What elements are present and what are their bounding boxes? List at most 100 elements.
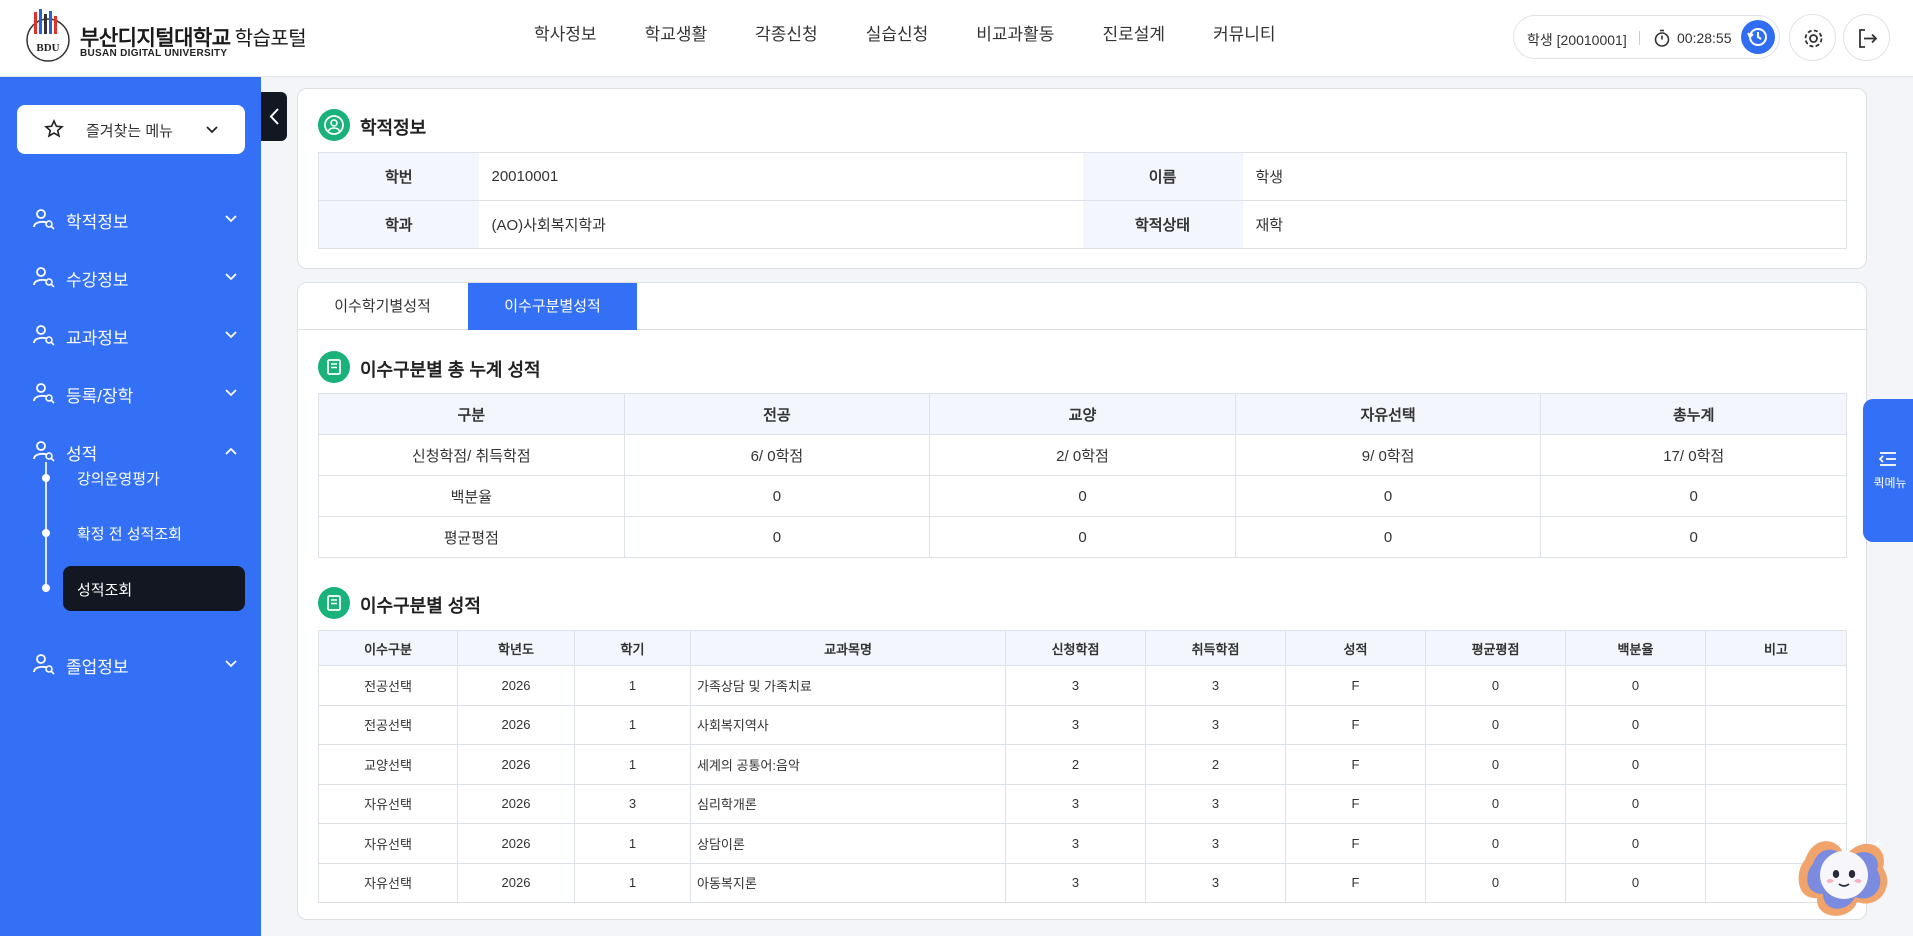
summary-table: 구분 전공 교양 자유선택 총누계 신청학점/ 취득학점 6/ 0학점 2/ 0… (318, 393, 1847, 558)
dept-value: (AO)사회복지학과 (491, 217, 606, 234)
chevron-down-icon (225, 660, 237, 668)
university-name-en: BUSAN DIGITAL UNIVERSITY (80, 48, 228, 59)
nav-extracurricular[interactable]: 비교과활동 (952, 0, 1078, 70)
table-cell: 2026 (457, 705, 575, 745)
table-cell: 백분율 (318, 475, 625, 517)
table-row: 신청학점/ 취득학점 6/ 0학점 2/ 0학점 9/ 0학점 17/ 0학점 (318, 434, 1847, 476)
sidebar-item-graduation[interactable]: 졸업정보 (0, 641, 261, 685)
table-cell: 2026 (457, 665, 575, 706)
table-cell: 1 (574, 665, 691, 706)
sidebar-item-label: 졸업정보 (66, 658, 129, 677)
sidebar-subitem-lecture-evaluation[interactable]: 강의운영평가 (63, 455, 245, 500)
nav-career[interactable]: 진로설계 (1078, 0, 1189, 70)
table-cell: 세계의 공통어:음악 (690, 744, 1006, 785)
nav-campus-life[interactable]: 학교생활 (621, 0, 732, 70)
chatbot-mascot-icon[interactable]: ✦ ✦ (1795, 830, 1893, 920)
table-cell: 0 (1235, 475, 1542, 517)
column-header: 비고 (1705, 630, 1847, 666)
nav-academic-info[interactable]: 학사정보 (510, 0, 621, 70)
tab-semester-grades[interactable]: 이수학기별성적 (298, 283, 467, 330)
table-cell: 6/ 0학점 (624, 434, 931, 476)
grades-table: 이수구분 학년도 학기 교과목명 신청학점 취득학점 성적 평균평점 백분율 비… (318, 630, 1847, 903)
svg-text:✦: ✦ (1873, 837, 1883, 851)
name-value: 학생 (1242, 152, 1847, 201)
table-cell: 1 (574, 823, 691, 864)
sidebar-collapse-button[interactable] (261, 92, 287, 141)
sidebar-item-curriculum[interactable]: 교과정보 (0, 312, 261, 356)
table-cell: 전공선택 (318, 665, 458, 706)
sidebar-item-student-record[interactable]: 학적정보 (0, 196, 261, 240)
table-cell: 0 (1425, 863, 1566, 903)
table-cell: F (1285, 863, 1426, 903)
sidebar-item-tuition-scholarship[interactable]: 등록/장학 (0, 370, 261, 414)
table-cell: 3 (574, 784, 691, 824)
table-cell: F (1285, 823, 1426, 864)
favorites-dropdown[interactable]: 즐겨찾는 메뉴 (17, 105, 245, 154)
table-cell: 3 (1145, 784, 1286, 824)
column-header: 성적 (1285, 630, 1426, 666)
table-cell: 2026 (457, 823, 575, 864)
table-cell: 1 (574, 705, 691, 745)
chevron-down-icon (225, 389, 237, 397)
table-cell: 0 (929, 516, 1236, 558)
chevron-down-icon (225, 273, 237, 281)
main-nav: 학사정보 학교생활 각종신청 실습신청 비교과활동 진로설계 커뮤니티 (510, 0, 1300, 77)
table-cell: 2 (1005, 744, 1146, 785)
logout-button[interactable] (1843, 14, 1890, 61)
column-header: 이수구분 (318, 630, 458, 666)
column-header: 교과목명 (690, 630, 1006, 666)
table-row: 자유선택 2026 1 아동복지론 3 3 F 0 0 (318, 863, 1847, 903)
sidebar-item-enrollment[interactable]: 수강정보 (0, 254, 261, 298)
quick-menu-label: 퀵메뉴 (1873, 476, 1907, 490)
nav-practicum[interactable]: 실습신청 (842, 0, 953, 70)
student-no-label: 학번 (318, 152, 479, 201)
column-header: 자유선택 (1235, 393, 1542, 435)
column-header: 신청학점 (1005, 630, 1146, 666)
table-cell: 0 (1425, 744, 1566, 785)
nav-community[interactable]: 커뮤니티 (1189, 0, 1300, 70)
table-cell: 0 (624, 475, 931, 517)
student-info-card: 학적정보 학번 20010001 이름 학생 학과 (AO)사회복지학과 학적상… (297, 88, 1867, 269)
svg-text:✦: ✦ (1807, 902, 1815, 913)
table-cell: 0 (1565, 784, 1706, 824)
table-cell: 3 (1005, 823, 1146, 864)
university-name-text: 부산디지털대학교 (80, 27, 231, 50)
university-logo[interactable]: BDU (24, 6, 74, 64)
student-no-value: 20010001 (478, 152, 1083, 201)
table-cell: 자유선택 (318, 784, 458, 824)
submenu-dot (42, 584, 50, 592)
extend-session-button[interactable] (1741, 20, 1775, 54)
table-cell (1705, 665, 1847, 706)
dept-label: 학과 (318, 200, 479, 249)
column-header: 구분 (318, 393, 625, 435)
table-cell: 0 (1565, 665, 1706, 706)
table-cell: 3 (1005, 665, 1146, 706)
sidebar-subitem-pre-confirm-grades[interactable]: 확정 전 성적조회 (63, 510, 245, 555)
status-label: 학적상태 (1082, 200, 1243, 249)
table-row: 학번 20010001 이름 학생 (318, 152, 1847, 201)
column-header: 학기 (574, 630, 691, 666)
table-cell: 1 (574, 863, 691, 903)
table-cell: 2026 (457, 744, 575, 785)
nav-applications[interactable]: 각종신청 (731, 0, 842, 70)
sidebar-subitem-grade-inquiry[interactable]: 성적조회 (63, 566, 245, 611)
table-row: 자유선택 2026 1 상담이론 3 3 F 0 0 (318, 823, 1847, 864)
table-cell: 0 (1540, 475, 1847, 517)
table-cell: 1 (574, 744, 691, 785)
table-cell: 2 (1145, 744, 1286, 785)
stopwatch-icon (1654, 29, 1670, 47)
subitem-label: 성적조회 (77, 582, 133, 599)
table-cell: 0 (1425, 665, 1566, 706)
table-cell: 0 (624, 516, 931, 558)
table-cell: 2/ 0학점 (929, 434, 1236, 476)
table-cell: 교양선택 (318, 744, 458, 785)
settings-button[interactable] (1789, 14, 1836, 61)
quick-menu-button[interactable]: 퀵메뉴 (1863, 399, 1913, 542)
table-cell: 3 (1145, 823, 1286, 864)
user-search-icon (33, 209, 55, 230)
column-header: 학년도 (457, 630, 575, 666)
table-cell: 0 (1565, 863, 1706, 903)
sidebar-item-label: 교과정보 (66, 329, 129, 348)
tab-category-grades[interactable]: 이수구분별성적 (468, 283, 637, 330)
table-cell: 3 (1145, 665, 1286, 706)
